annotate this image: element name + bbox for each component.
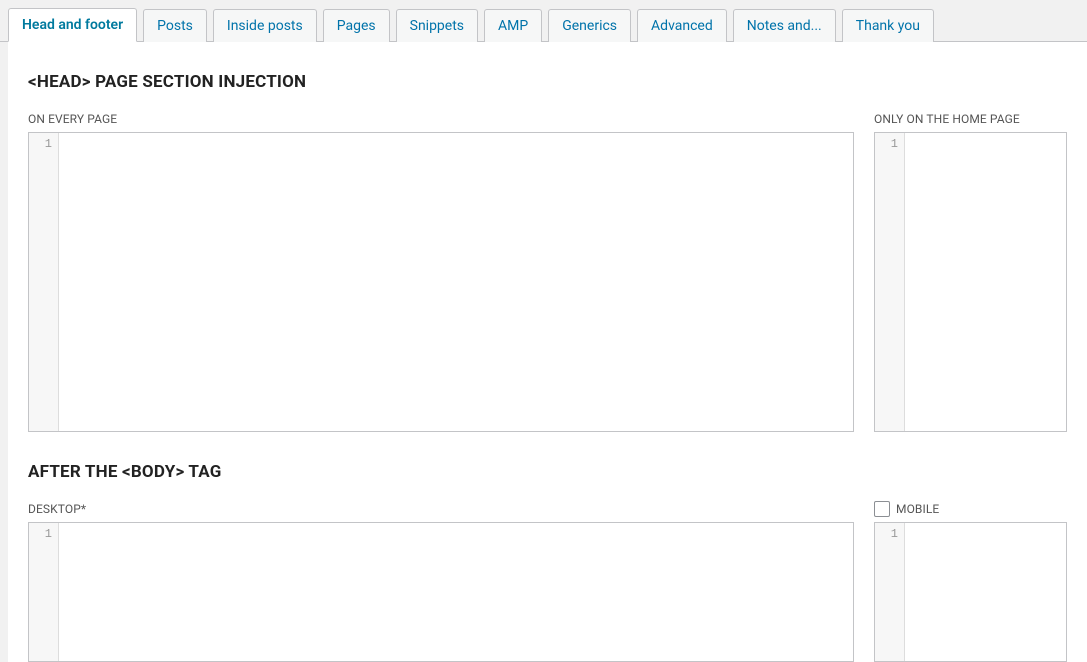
col-desktop: DESKTOP* 1 [28, 500, 854, 662]
section-heading-head: <HEAD> PAGE SECTION INJECTION [28, 72, 1067, 92]
code-area-every-page[interactable] [59, 133, 853, 431]
section-heading-body: AFTER THE <BODY> TAG [28, 462, 1067, 482]
editor-mobile[interactable]: 1 [874, 522, 1067, 662]
col-every-page: ON EVERY PAGE 1 [28, 110, 854, 432]
gutter-every-page: 1 [29, 133, 59, 431]
label-mobile-wrapper: MOBILE [874, 500, 1067, 518]
code-area-home-page[interactable] [905, 133, 1066, 431]
row-head-injection: ON EVERY PAGE 1 ONLY ON THE HOME PAGE 1 [28, 110, 1067, 432]
label-every-page: ON EVERY PAGE [28, 110, 854, 128]
tab-amp[interactable]: AMP [484, 9, 542, 42]
label-mobile: MOBILE [896, 502, 939, 516]
gutter-desktop: 1 [29, 523, 59, 661]
tab-inside-posts[interactable]: Inside posts [213, 9, 317, 42]
gutter-home-page: 1 [875, 133, 905, 431]
tab-pages[interactable]: Pages [323, 9, 390, 42]
editor-desktop[interactable]: 1 [28, 522, 854, 662]
label-home-page: ONLY ON THE HOME PAGE [874, 110, 1067, 128]
tab-generics[interactable]: Generics [548, 9, 631, 42]
row-body-injection: DESKTOP* 1 MOBILE 1 [28, 500, 1067, 662]
col-home-page: ONLY ON THE HOME PAGE 1 [874, 110, 1067, 432]
code-area-desktop[interactable] [59, 523, 853, 661]
tab-advanced[interactable]: Advanced [637, 9, 727, 42]
tab-notes[interactable]: Notes and... [733, 9, 836, 42]
tabs-bar: Head and footer Posts Inside posts Pages… [0, 0, 1087, 42]
gutter-mobile: 1 [875, 523, 905, 661]
editor-every-page[interactable]: 1 [28, 132, 854, 432]
tab-thank-you[interactable]: Thank you [842, 9, 934, 42]
label-desktop: DESKTOP* [28, 500, 854, 518]
tab-posts[interactable]: Posts [143, 9, 207, 42]
checkbox-mobile[interactable] [874, 501, 890, 517]
col-mobile: MOBILE 1 [874, 500, 1067, 662]
tab-head-and-footer[interactable]: Head and footer [8, 8, 137, 42]
editor-home-page[interactable]: 1 [874, 132, 1067, 432]
tab-snippets[interactable]: Snippets [396, 9, 478, 42]
code-area-mobile[interactable] [905, 523, 1066, 661]
panel-head-and-footer: <HEAD> PAGE SECTION INJECTION ON EVERY P… [8, 42, 1087, 662]
